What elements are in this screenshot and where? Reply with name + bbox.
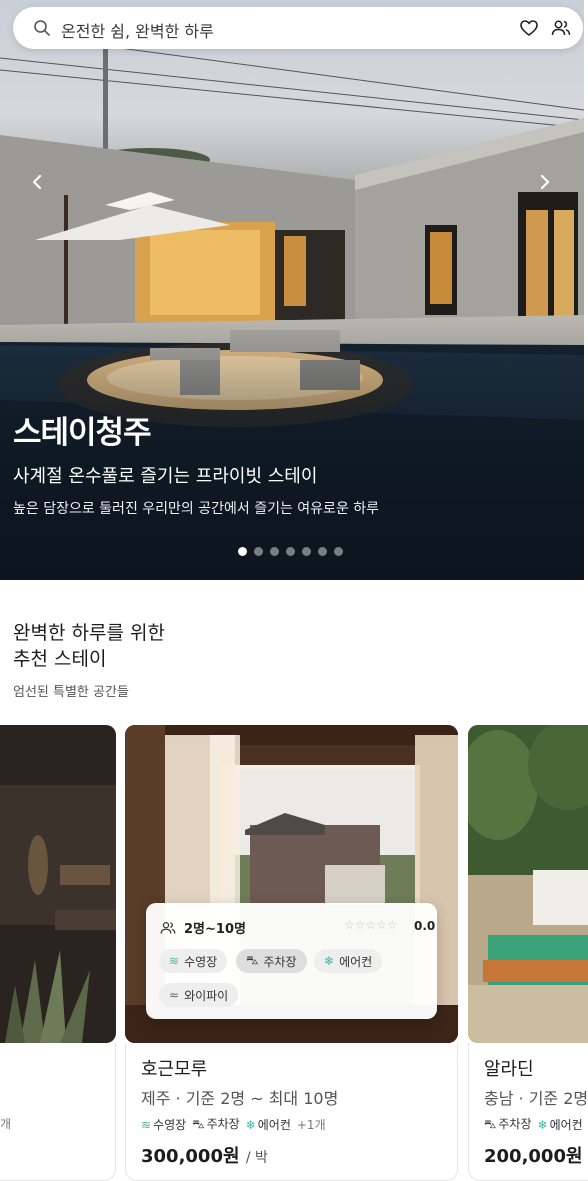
- stay-card[interactable]: 개: [0, 725, 116, 1181]
- search-input[interactable]: 온전한 쉼, 완벽한 하루: [61, 18, 214, 42]
- next-slide-icon[interactable]: [532, 170, 556, 194]
- carousel-dot[interactable]: [334, 547, 343, 556]
- search-bar[interactable]: 온전한 쉼, 완벽한 하루: [13, 7, 583, 49]
- carousel-dot[interactable]: [238, 547, 247, 556]
- rating-value: 0.0: [414, 919, 436, 933]
- heart-icon[interactable]: [519, 18, 539, 38]
- stay-photo[interactable]: 2명~10명 ☆☆☆☆☆ 0.0 ≋ 수영장 ⛍ 주차장 ❄ 에어컨 ≈ 와이파…: [125, 725, 458, 1043]
- stay-card[interactable]: 2명~10명 ☆☆☆☆☆ 0.0 ≋ 수영장 ⛍ 주차장 ❄ 에어컨 ≈ 와이파…: [125, 725, 458, 1181]
- snowflake-icon: ❄: [537, 1117, 548, 1132]
- star-rating-icon: ☆☆☆☆☆: [344, 918, 398, 932]
- stay-name[interactable]: 알라딘: [484, 1055, 534, 1081]
- amenity-list: ⛍ 주차장 ❄ 에어컨: [484, 1117, 583, 1132]
- stay-photo[interactable]: [468, 725, 588, 1043]
- car-icon: ⛍: [484, 1117, 497, 1131]
- amenity-list: ≋ 수영장 ⛍ 주차장 ❄ 에어컨 +1개: [141, 1117, 326, 1132]
- pool-icon: ≋: [169, 954, 180, 968]
- stay-price: 200,000원 / 박: [484, 1146, 583, 1167]
- snowflake-icon: ❄: [245, 1117, 256, 1132]
- stay-name[interactable]: 호근모루: [141, 1055, 207, 1081]
- hero-title: 스테이청주: [13, 415, 152, 451]
- stay-detail-popup: 2명~10명 ☆☆☆☆☆ 0.0 ≋ 수영장 ⛍ 주차장 ❄ 에어컨 ≈ 와이파…: [146, 903, 437, 1019]
- carousel-dot[interactable]: [270, 547, 279, 556]
- carousel-dot[interactable]: [318, 547, 327, 556]
- carousel-dot[interactable]: [302, 547, 311, 556]
- amenity-tag: ❄ 에어컨: [314, 949, 383, 973]
- amenity-tag: ⛍ 주차장: [236, 949, 307, 973]
- users-icon[interactable]: [551, 18, 571, 38]
- amenity-tag: ≋ 수영장: [159, 949, 228, 973]
- stay-price: 300,000원 / 박: [141, 1146, 268, 1167]
- pool-icon: ≋: [141, 1117, 152, 1132]
- stay-card[interactable]: 알라딘 충남 · 기준 2명 ⛍주차장 ❄에어컨 200,000원 / 박: [468, 725, 588, 1181]
- wifi-icon: ≈: [169, 988, 180, 1002]
- carousel-indicator[interactable]: [238, 547, 343, 556]
- car-icon: ⛍: [246, 953, 259, 967]
- section-subtitle: 엄선된 특별한 공간들: [13, 685, 129, 700]
- amenity-tag: ≈ 와이파이: [159, 983, 239, 1007]
- hero-description: 높은 담장으로 둘러진 우리만의 공간에서 즐기는 여유로운 하루: [13, 501, 380, 517]
- stay-info: [0, 1043, 116, 1181]
- stay-location: 제주 · 기준 2명 ~ 최대 10명: [141, 1089, 339, 1108]
- stay-photo[interactable]: [0, 725, 116, 1043]
- hero-carousel[interactable]: 온전한 쉼, 완벽한 하루 스테이청주 사계절 온수풀로 즐기는 프라이빗 스테…: [0, 0, 584, 580]
- stay-location: 충남 · 기준 2명: [484, 1089, 588, 1108]
- amenity-list: 개: [0, 1117, 12, 1131]
- hero-subtitle: 사계절 온수풀로 즐기는 프라이빗 스테이: [13, 466, 318, 487]
- carousel-dot[interactable]: [286, 547, 295, 556]
- carousel-dot[interactable]: [254, 547, 263, 556]
- prev-slide-icon[interactable]: [26, 170, 50, 194]
- users-icon: [160, 921, 176, 934]
- car-icon: ⛍: [192, 1117, 205, 1131]
- capacity-text: 2명~10명: [184, 922, 246, 937]
- section-title: 완벽한 하루를 위한 추천 스테이: [13, 622, 165, 670]
- snowflake-icon: ❄: [324, 954, 335, 968]
- search-icon[interactable]: [33, 19, 51, 37]
